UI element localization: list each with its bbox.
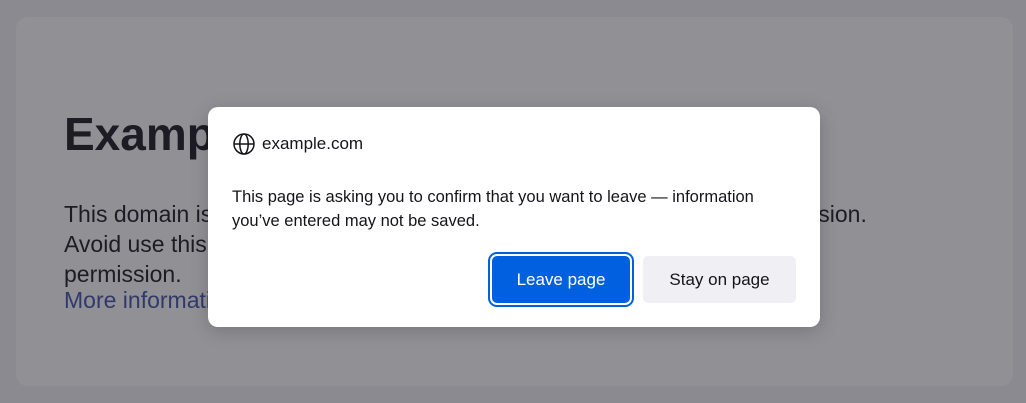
globe-icon [233, 133, 255, 155]
leave-page-dialog: example.com This page is asking you to c… [208, 107, 820, 327]
dialog-origin: example.com [262, 134, 364, 153]
dialog-header: example.com [232, 132, 363, 156]
dialog-message: This page is asking you to confirm that … [232, 188, 754, 230]
stay-on-page-button[interactable]: Stay on page [643, 256, 796, 303]
leave-page-button[interactable]: Leave page [488, 252, 634, 307]
